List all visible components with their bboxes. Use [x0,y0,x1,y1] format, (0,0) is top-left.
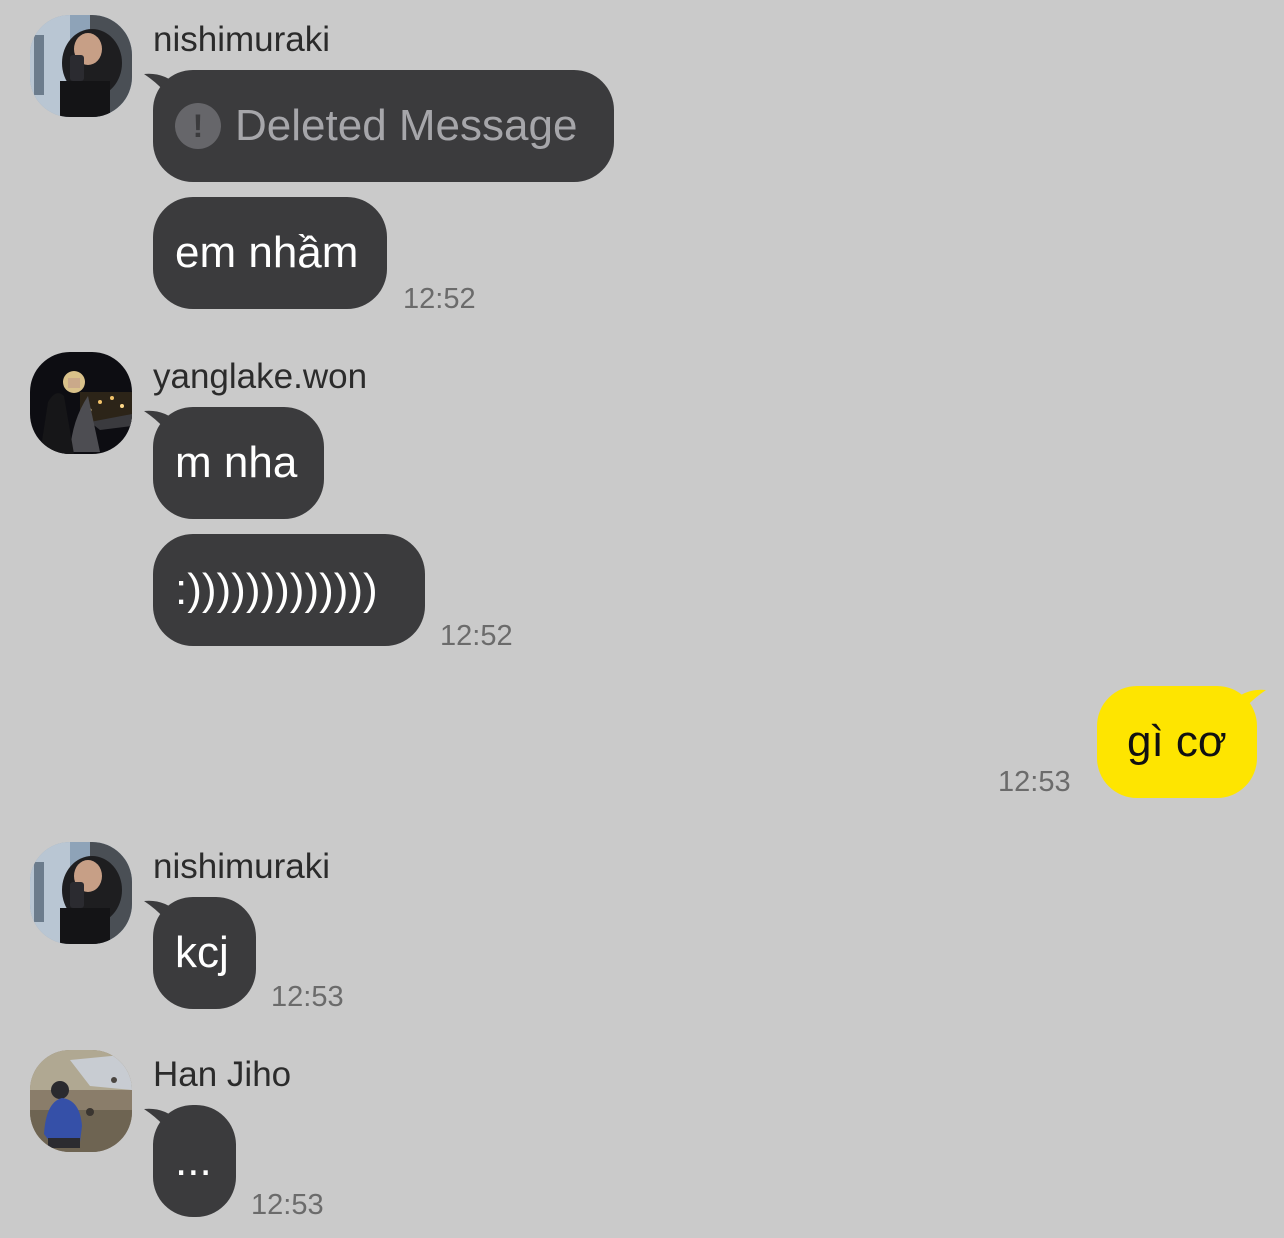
avatar-nishimuraki[interactable] [30,842,132,944]
avatar-yanglake[interactable] [30,352,132,454]
message-timestamp: 12:53 [998,766,1071,798]
bubble-tail [1232,689,1266,728]
message-text: kcj [175,928,229,977]
message-bubble[interactable]: kcj [153,897,256,1009]
message-text: :))))))))))))) [175,565,378,614]
sender-name: Han Jiho [153,1055,292,1094]
avatar-nishimuraki[interactable] [30,15,132,117]
message-bubble[interactable]: ... [153,1105,236,1217]
message-text: m nha [175,438,298,487]
avatar-hanjiho[interactable] [30,1050,132,1152]
message-bubble[interactable]: m nha [153,407,324,519]
message-bubble[interactable]: em nhầm [153,197,387,309]
message-bubble[interactable]: :))))))))))))) [153,534,425,646]
deleted-message-bubble[interactable]: ! Deleted Message [153,70,614,182]
sender-name: nishimuraki [153,847,330,886]
message-text: gì cơ [1127,717,1227,766]
message-text: em nhầm [175,228,359,277]
sender-name: nishimuraki [153,20,330,59]
message-text: ... [175,1136,212,1185]
message-timestamp: 12:52 [403,283,476,315]
message-timestamp: 12:53 [251,1189,324,1221]
exclamation-icon: ! [175,103,221,149]
message-timestamp: 12:53 [271,981,344,1013]
message-timestamp: 12:52 [440,620,513,652]
sender-name: yanglake.won [153,357,368,396]
message-text: Deleted Message [235,101,578,150]
